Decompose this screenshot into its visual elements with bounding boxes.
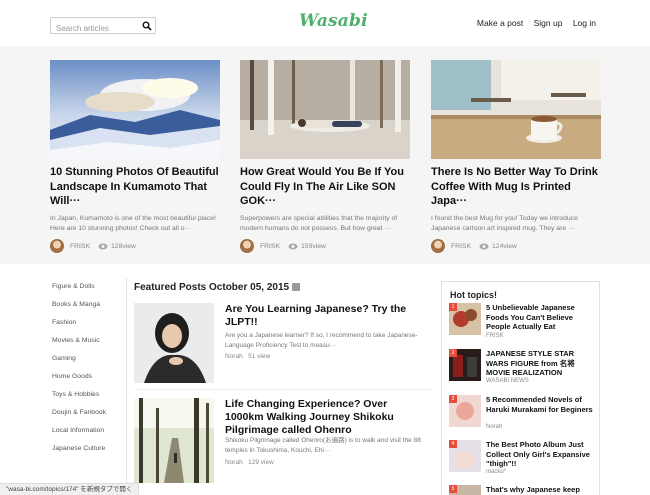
browser-status-bar: "wasa-bi.com/topics/174" を新規タブで開く: [0, 483, 140, 495]
category-link[interactable]: Books & Manga: [52, 301, 122, 319]
divider: [134, 389, 434, 390]
article-title[interactable]: 10 Stunning Photos Of Beautiful Landscap…: [50, 165, 220, 209]
author-name[interactable]: FRISK: [451, 243, 471, 250]
category-link[interactable]: Local Information: [52, 427, 122, 445]
hot-topics-heading: Hot topics!: [450, 290, 497, 300]
category-link[interactable]: Figure & Dolls: [52, 283, 122, 301]
search-input[interactable]: [51, 21, 139, 36]
post-meta: Norah 51 view: [225, 353, 270, 360]
divider: [126, 278, 127, 488]
article-title[interactable]: How Great Would You Be If You Could Fly …: [240, 165, 410, 209]
article-meta: FRISK 128view: [50, 239, 220, 253]
eye-icon: [98, 243, 108, 249]
category-link[interactable]: Japanese Culture: [52, 445, 122, 463]
article-meta: FRISK 159view: [240, 239, 410, 253]
category-link[interactable]: Doujin & Fanbook: [52, 409, 122, 427]
avatar[interactable]: [50, 239, 64, 253]
author-name[interactable]: Norah: [225, 353, 243, 360]
coffee-mug-photo[interactable]: [431, 60, 601, 159]
category-sidebar: Figure & Dolls Books & Manga Fashion Mov…: [52, 283, 122, 463]
search-box: [50, 17, 156, 36]
author-name[interactable]: Norah: [225, 459, 243, 466]
log-in-link[interactable]: Log in: [573, 18, 596, 28]
hot-topics-panel: Hot topics! 1 5 Unbelievable Japanese Fo…: [441, 281, 600, 495]
landscape-photo[interactable]: [50, 60, 220, 159]
article-title[interactable]: There Is No Better Way To Drink Coffee W…: [431, 165, 601, 209]
hot-topic-title[interactable]: That's why Japanese keep: [486, 485, 596, 495]
category-link[interactable]: Movies & Music: [52, 337, 122, 355]
post-excerpt: Are you a Japanese learner? If so, I rec…: [225, 332, 418, 349]
author-name[interactable]: FRISK: [70, 243, 90, 250]
site-logo[interactable]: Wasabi: [299, 11, 368, 31]
category-link[interactable]: Toys & Hobbies: [52, 391, 122, 409]
rss-icon[interactable]: [292, 283, 301, 291]
avatar[interactable]: [240, 239, 254, 253]
rank-badge: 3: [449, 395, 457, 403]
view-count: 128view: [111, 242, 136, 250]
view-count: 129 view: [248, 459, 274, 466]
avatar[interactable]: [431, 239, 445, 253]
rank-badge: 1: [449, 303, 457, 311]
sign-up-link[interactable]: Sign up: [534, 18, 563, 28]
hot-topic-title[interactable]: JAPANESE STYLE STAR WARS FIGURE from 名将 …: [486, 349, 596, 378]
hot-topic-title[interactable]: 5 Unbelievable Japanese Foods You Can't …: [486, 303, 596, 332]
make-post-link[interactable]: Make a post: [477, 18, 523, 28]
rank-badge: 2: [449, 349, 457, 357]
hot-topic-source: macko*: [486, 469, 507, 475]
author-name[interactable]: FRISK: [260, 243, 280, 250]
article-card[interactable]: There Is No Better Way To Drink Coffee W…: [431, 60, 601, 253]
category-link[interactable]: Home Goods: [52, 373, 122, 391]
article-excerpt: Superpowers are special abilities that t…: [240, 215, 398, 232]
post-meta: Norah 129 view: [225, 459, 274, 466]
rank-badge: 5: [449, 485, 457, 493]
hot-topic-source: WASABI NEWS: [486, 378, 529, 384]
view-count: 51 view: [248, 353, 271, 360]
view-count: 159view: [301, 242, 326, 250]
top-articles-band: 10 Stunning Photos Of Beautiful Landscap…: [0, 46, 650, 264]
eye-icon: [288, 243, 298, 249]
pilgrimage-path-photo[interactable]: [134, 398, 214, 483]
article-excerpt: In Japan, Kumamoto is one of the most be…: [50, 215, 216, 232]
featured-heading: Featured Posts October 05, 2015: [134, 282, 301, 293]
article-card[interactable]: How Great Would You Be If You Could Fly …: [240, 60, 410, 253]
view-count: 124view: [492, 242, 517, 250]
article-excerpt: I found the best Mug for you! Today we i…: [431, 215, 578, 232]
rank-badge: 4: [449, 440, 457, 448]
post-excerpt: Shikoku Pilgrimage called Ohenro(お遍路) is…: [225, 437, 421, 454]
eye-icon: [479, 243, 489, 249]
hot-topic-source: FRISK: [486, 333, 504, 339]
featured-heading-text: Featured Posts October 05, 2015: [134, 282, 290, 293]
hot-topic-title[interactable]: The Best Photo Album Just Collect Only G…: [486, 440, 596, 469]
article-card[interactable]: 10 Stunning Photos Of Beautiful Landscap…: [50, 60, 220, 253]
article-meta: FRISK 124view: [431, 239, 601, 253]
hot-topic-source: Norah: [486, 424, 503, 430]
post-title[interactable]: Life Changing Experience? Over 1000km Wa…: [225, 398, 425, 437]
search-icon[interactable]: [142, 21, 152, 31]
flying-man-photo[interactable]: [240, 60, 410, 159]
category-link[interactable]: Gaming: [52, 355, 122, 373]
header-nav: Make a post Sign up Log in: [469, 18, 596, 28]
category-link[interactable]: Fashion: [52, 319, 122, 337]
woman-portrait-photo[interactable]: [134, 303, 214, 383]
hot-topic-title[interactable]: 5 Recommended Novels of Haruki Murakami …: [486, 395, 596, 414]
post-title[interactable]: Are You Learning Japanese? Try the JLPT!…: [225, 303, 425, 329]
site-header: Wasabi Make a post Sign up Log in: [0, 0, 650, 46]
